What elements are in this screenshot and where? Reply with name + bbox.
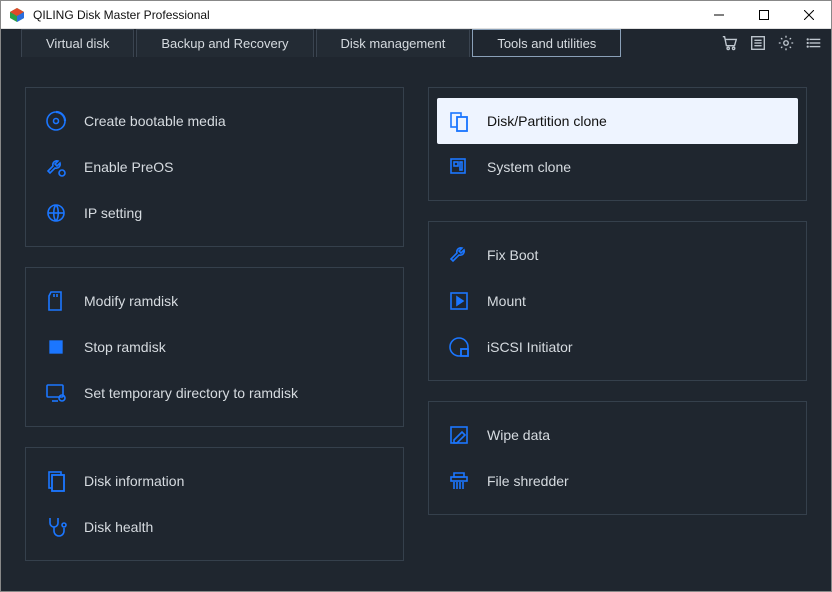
item-label: Set temporary directory to ramdisk: [84, 385, 298, 401]
shredder-icon: [447, 469, 471, 493]
tab-virtual-disk[interactable]: Virtual disk: [21, 29, 134, 57]
item-label: Wipe data: [487, 427, 550, 443]
panel-ramdisk: Modify ramdisk Stop ramdisk Set temporar…: [25, 267, 404, 427]
close-button[interactable]: [786, 1, 831, 28]
content-area: Create bootable media Enable PreOS IP se…: [1, 57, 831, 591]
stop-icon: [44, 335, 68, 359]
item-label: Create bootable media: [84, 113, 226, 129]
item-modify-ramdisk[interactable]: Modify ramdisk: [34, 278, 395, 324]
item-create-bootable-media[interactable]: Create bootable media: [34, 98, 395, 144]
network-icon: [44, 201, 68, 225]
disc-icon: [44, 109, 68, 133]
item-label: Mount: [487, 293, 526, 309]
cart-icon[interactable]: [721, 34, 739, 52]
item-disk-information[interactable]: Disk information: [34, 458, 395, 504]
item-label: Disk/Partition clone: [487, 113, 607, 129]
app-logo-icon: [9, 7, 25, 23]
maximize-button[interactable]: [741, 1, 786, 28]
panel-wipe: Wipe data File shredder: [428, 401, 807, 515]
item-label: System clone: [487, 159, 571, 175]
panel-disk-info: Disk information Disk health: [25, 447, 404, 561]
item-stop-ramdisk[interactable]: Stop ramdisk: [34, 324, 395, 370]
item-mount[interactable]: Mount: [437, 278, 798, 324]
minimize-button[interactable]: [696, 1, 741, 28]
item-label: IP setting: [84, 205, 142, 221]
item-disk-health[interactable]: Disk health: [34, 504, 395, 550]
item-ip-setting[interactable]: IP setting: [34, 190, 395, 236]
panel-clone: Disk/Partition clone System clone: [428, 87, 807, 201]
window-controls: [696, 1, 831, 28]
tab-tools-utilities[interactable]: Tools and utilities: [472, 29, 621, 57]
erase-icon: [447, 423, 471, 447]
tabbar: Virtual disk Backup and Recovery Disk ma…: [1, 29, 831, 57]
tab-label: Disk management: [341, 36, 446, 51]
item-wipe-data[interactable]: Wipe data: [437, 412, 798, 458]
item-system-clone[interactable]: System clone: [437, 144, 798, 190]
item-label: iSCSI Initiator: [487, 339, 573, 355]
play-box-icon: [447, 289, 471, 313]
item-label: Enable PreOS: [84, 159, 174, 175]
app-body: Virtual disk Backup and Recovery Disk ma…: [1, 29, 831, 591]
list-icon[interactable]: [749, 34, 767, 52]
menu-icon[interactable]: [805, 34, 823, 52]
monitor-gear-icon: [44, 381, 68, 405]
item-label: Stop ramdisk: [84, 339, 166, 355]
tab-disk-management[interactable]: Disk management: [316, 29, 471, 57]
info-doc-icon: [44, 469, 68, 493]
panel-boot-mount: Fix Boot Mount iSCSI Initiator: [428, 221, 807, 381]
item-label: Disk information: [84, 473, 184, 489]
item-set-temp-ramdisk[interactable]: Set temporary directory to ramdisk: [34, 370, 395, 416]
item-label: Disk health: [84, 519, 153, 535]
stethoscope-icon: [44, 515, 68, 539]
gear-icon[interactable]: [777, 34, 795, 52]
titlebar: QILING Disk Master Professional: [1, 1, 831, 29]
item-disk-partition-clone[interactable]: Disk/Partition clone: [437, 98, 798, 144]
panel-bootable: Create bootable media Enable PreOS IP se…: [25, 87, 404, 247]
item-enable-preos[interactable]: Enable PreOS: [34, 144, 395, 190]
sd-card-icon: [44, 289, 68, 313]
system-clone-icon: [447, 155, 471, 179]
tab-label: Tools and utilities: [497, 36, 596, 51]
item-fix-boot[interactable]: Fix Boot: [437, 232, 798, 278]
clone-icon: [447, 109, 471, 133]
item-iscsi-initiator[interactable]: iSCSI Initiator: [437, 324, 798, 370]
toolbar-icons: [721, 29, 831, 57]
tab-backup-recovery[interactable]: Backup and Recovery: [136, 29, 313, 57]
right-column: Disk/Partition clone System clone Fix Bo…: [428, 87, 807, 561]
tab-label: Virtual disk: [46, 36, 109, 51]
item-label: Modify ramdisk: [84, 293, 178, 309]
item-file-shredder[interactable]: File shredder: [437, 458, 798, 504]
wrench-icon: [447, 243, 471, 267]
app-window: QILING Disk Master Professional Virtual …: [0, 0, 832, 592]
item-label: File shredder: [487, 473, 569, 489]
iscsi-icon: [447, 335, 471, 359]
wrench-gear-icon: [44, 155, 68, 179]
window-title: QILING Disk Master Professional: [33, 8, 696, 22]
tab-label: Backup and Recovery: [161, 36, 288, 51]
item-label: Fix Boot: [487, 247, 538, 263]
left-column: Create bootable media Enable PreOS IP se…: [25, 87, 404, 561]
